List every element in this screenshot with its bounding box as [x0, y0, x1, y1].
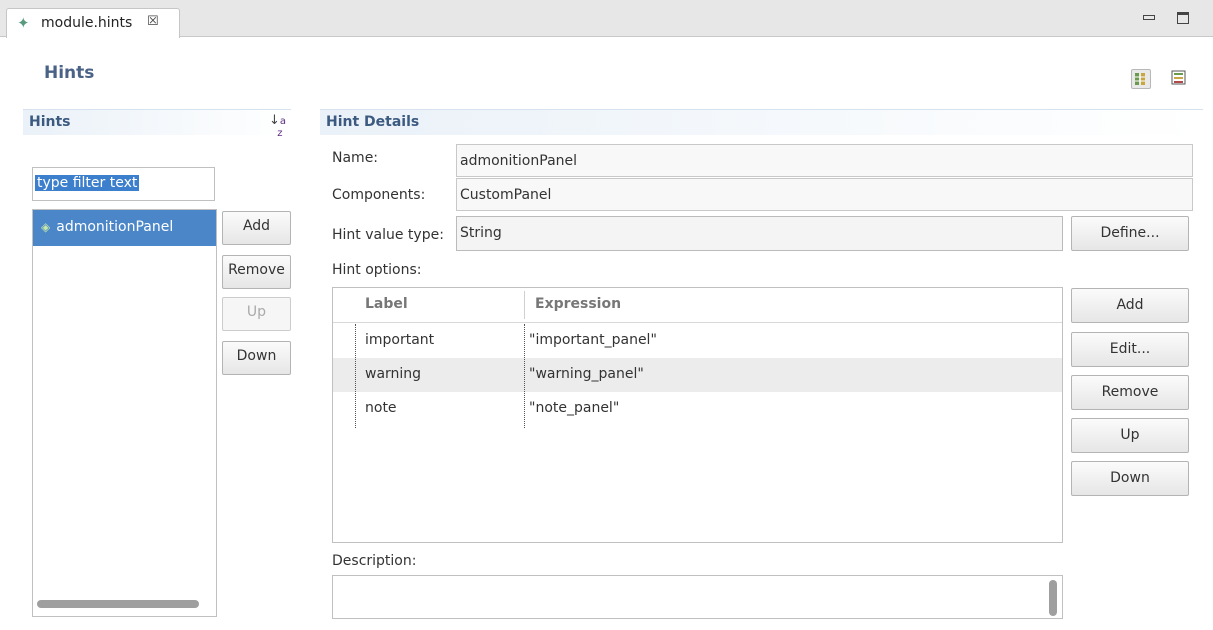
table-row[interactable]: warning "warning_panel" — [333, 358, 1062, 392]
table-row[interactable]: important "important_panel" — [333, 324, 1062, 358]
sort-az-icon[interactable]: ↓a z — [269, 114, 286, 139]
description-label: Description: — [332, 553, 417, 569]
down-option-button[interactable]: Down — [1071, 461, 1189, 496]
cell-label: note — [365, 400, 397, 416]
columns-view-icon[interactable] — [1131, 69, 1151, 89]
hint-options-table[interactable]: Label Expression important "important_pa… — [332, 287, 1063, 543]
horizontal-scrollbar[interactable] — [37, 600, 199, 608]
up-hint-button[interactable]: Up — [222, 297, 291, 331]
description-textarea[interactable] — [332, 575, 1063, 619]
row-guide-line — [355, 324, 356, 428]
define-button[interactable]: Define... — [1071, 216, 1189, 251]
list-item-admonition-panel[interactable]: ◈ admonitionPanel — [33, 210, 216, 246]
add-option-button[interactable]: Add — [1071, 288, 1189, 323]
cell-expression: "warning_panel" — [529, 366, 644, 382]
table-row[interactable]: note "note_panel" — [333, 392, 1062, 426]
vertical-scrollbar[interactable] — [1049, 580, 1057, 616]
tab-label: module.hints — [41, 15, 133, 31]
list-item-label: admonitionPanel — [56, 219, 174, 235]
edit-option-button[interactable]: Edit... — [1071, 332, 1189, 367]
hint-value-type-field[interactable]: String — [456, 216, 1063, 251]
hint-options-label: Hint options: — [332, 262, 422, 278]
down-hint-button[interactable]: Down — [222, 341, 291, 375]
minimize-icon[interactable] — [1143, 15, 1155, 20]
header-divider — [333, 322, 1062, 323]
maximize-icon[interactable] — [1177, 12, 1189, 24]
name-label: Name: — [332, 150, 379, 166]
hints-list[interactable]: ◈ admonitionPanel — [32, 209, 217, 617]
column-header-label[interactable]: Label — [365, 296, 408, 312]
hint-value-type-label: Hint value type: — [332, 227, 444, 243]
filter-text-selected: type filter text — [35, 175, 140, 191]
remove-hint-button[interactable]: Remove — [222, 255, 291, 289]
add-hint-button[interactable]: Add — [222, 211, 291, 245]
hint-details-header: Hint Details — [320, 109, 1203, 135]
hints-section-header: Hints — [23, 109, 291, 135]
remove-option-button[interactable]: Remove — [1071, 375, 1189, 410]
components-field[interactable]: CustomPanel — [456, 178, 1193, 211]
column-header-expression[interactable]: Expression — [535, 296, 621, 312]
cell-label: important — [365, 332, 435, 348]
cell-expression: "note_panel" — [529, 400, 620, 416]
page-title: Hints — [44, 63, 95, 83]
name-field[interactable]: admonitionPanel — [456, 144, 1193, 177]
green-diamond-icon: ◈ — [41, 220, 51, 234]
tab-module-hints[interactable]: ✦ module.hints ☒ — [6, 8, 180, 38]
rows-view-icon[interactable] — [1171, 70, 1186, 85]
diamond-icon: ✦ — [17, 14, 30, 32]
editor-tab-bar: ✦ module.hints ☒ — [0, 0, 1213, 38]
cell-expression: "important_panel" — [529, 332, 657, 348]
filter-input[interactable]: type filter text — [32, 167, 215, 201]
cell-label: warning — [365, 366, 422, 382]
components-label: Components: — [332, 187, 426, 203]
close-icon[interactable]: ☒ — [147, 14, 159, 29]
up-option-button[interactable]: Up — [1071, 418, 1189, 453]
column-divider[interactable] — [524, 291, 525, 319]
column-guide-line — [524, 324, 525, 428]
